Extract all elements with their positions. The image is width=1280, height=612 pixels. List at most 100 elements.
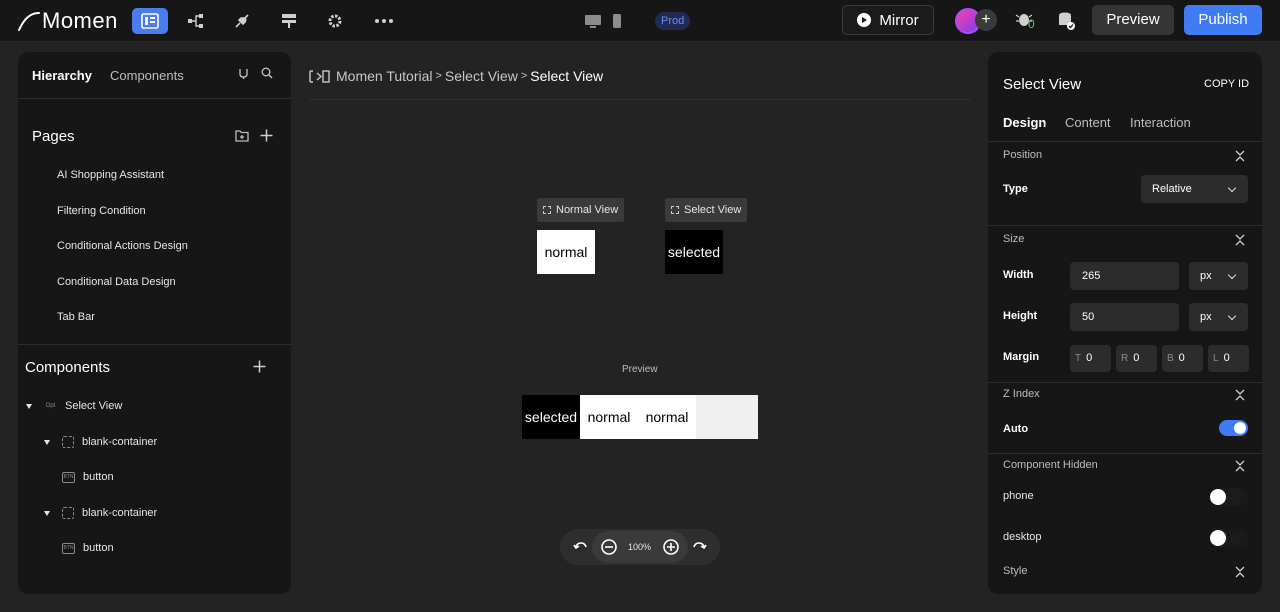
margin-value: 0 (1178, 352, 1185, 364)
search-icon[interactable] (261, 67, 273, 79)
position-type-select[interactable]: Relative (1141, 175, 1248, 203)
desktop-label: desktop (1003, 531, 1042, 543)
width-unit-select[interactable]: px (1189, 262, 1248, 290)
margin-side-label: T (1075, 353, 1082, 364)
option-icon: Opt (45, 403, 56, 409)
preview-cell-normal[interactable]: normal (638, 395, 696, 439)
plugin-icon[interactable] (224, 8, 260, 34)
preview-cell-normal[interactable]: normal (580, 395, 638, 439)
breadcrumb-item[interactable]: Select View (445, 68, 518, 84)
mirror-button[interactable]: Mirror (842, 5, 934, 35)
page-item[interactable]: Conditional Actions Design (57, 240, 188, 252)
tab-hierarchy[interactable]: Hierarchy (32, 68, 92, 83)
hide-on-phone-toggle[interactable] (1210, 488, 1248, 506)
tree-item-blank-container[interactable]: blank-container (44, 507, 157, 519)
add-page-icon[interactable] (260, 129, 273, 142)
add-folder-icon[interactable] (235, 129, 249, 142)
section-size: Size (1003, 233, 1025, 245)
settings-icon[interactable] (317, 8, 353, 34)
margin-left-input[interactable]: L0 (1208, 345, 1249, 372)
preview-cell-selected[interactable]: selected (522, 395, 580, 439)
zoom-in-icon[interactable] (662, 538, 680, 556)
collapse-icon[interactable] (1235, 566, 1245, 578)
add-component-icon[interactable] (253, 360, 266, 373)
hide-on-desktop-toggle[interactable] (1210, 529, 1248, 547)
chevron-down-icon[interactable] (44, 510, 50, 516)
page-item[interactable]: Conditional Data Design (57, 276, 176, 288)
select-view-chip[interactable]: Select View (665, 198, 748, 222)
app-logo[interactable]: Momen (18, 6, 118, 36)
height-input[interactable]: 50 (1070, 303, 1179, 331)
workflow-icon[interactable] (178, 8, 214, 34)
collapse-icon[interactable] (1235, 460, 1245, 472)
undo-icon[interactable] (572, 538, 590, 556)
tree-item-label: button (83, 471, 114, 483)
github-icon[interactable] (237, 67, 250, 80)
preview-button[interactable]: Preview (1092, 5, 1174, 35)
bug-icon[interactable]: 0 (1007, 8, 1043, 34)
preview-strip[interactable]: selected normal normal (522, 395, 758, 439)
margin-side-label: B (1167, 353, 1174, 364)
expand-icon (671, 206, 679, 214)
tree-item-blank-container[interactable]: blank-container (44, 436, 157, 448)
margin-value: 0 (1223, 352, 1230, 364)
data-icon[interactable] (271, 8, 307, 34)
breadcrumb-separator: > (520, 70, 528, 82)
tab-design[interactable]: Design (1003, 115, 1046, 130)
publish-button[interactable]: Publish (1184, 5, 1262, 35)
tree-item-label: button (83, 542, 114, 554)
divider (988, 225, 1262, 226)
page-item[interactable]: Tab Bar (57, 311, 95, 323)
height-unit-select[interactable]: px (1189, 303, 1248, 331)
zoom-out-icon[interactable] (600, 538, 618, 556)
page-item[interactable]: Filtering Condition (57, 205, 146, 217)
database-icon[interactable] (1048, 8, 1084, 34)
tab-components[interactable]: Components (110, 68, 184, 83)
chevron-down-icon (1227, 183, 1237, 193)
breadcrumb: [|]>[] Momen Tutorial > Select View > Se… (309, 68, 603, 84)
collapse-icon[interactable] (1235, 234, 1245, 246)
tree-item-button[interactable]: BTN button (62, 542, 114, 554)
breadcrumb-item[interactable]: Momen Tutorial (336, 68, 432, 84)
container-icon (62, 436, 74, 448)
tree-item-select-view[interactable]: Opt Select View (26, 400, 122, 412)
editor-icon[interactable] (132, 8, 168, 34)
collapse-icon[interactable] (1235, 150, 1245, 162)
tab-content[interactable]: Content (1065, 115, 1111, 130)
selected-view-box[interactable]: selected (665, 230, 723, 274)
breadcrumb-separator: > (435, 70, 442, 82)
components-title: Components (25, 359, 111, 376)
divider (988, 141, 1262, 142)
tree-item-label: blank-container (82, 436, 158, 448)
left-panel-tabs: Hierarchy Components (18, 52, 291, 99)
more-icon[interactable] (366, 8, 402, 34)
env-badge[interactable]: Prod (655, 12, 691, 30)
margin-top-input[interactable]: T0 (1070, 345, 1111, 372)
divider (988, 382, 1262, 383)
redo-icon[interactable] (690, 538, 708, 556)
tree-item-button[interactable]: BTN button (62, 471, 114, 483)
margin-right-input[interactable]: R0 (1116, 345, 1157, 372)
margin-bottom-input[interactable]: B0 (1162, 345, 1203, 372)
copy-id-button[interactable]: COPY ID (1204, 78, 1249, 90)
chip-label: Normal View (556, 204, 619, 216)
select-value: px (1200, 311, 1212, 323)
chevron-down-icon[interactable] (44, 439, 50, 445)
collapse-icon[interactable] (1235, 389, 1245, 401)
add-collaborator-button[interactable]: + (975, 9, 997, 31)
auto-label: Auto (1003, 423, 1029, 435)
canvas-divider (309, 99, 971, 100)
width-input[interactable]: 265 (1070, 262, 1179, 290)
normal-view-box[interactable]: normal (537, 230, 595, 274)
auto-z-index-toggle[interactable] (1219, 420, 1248, 436)
chevron-down-icon[interactable] (26, 403, 32, 409)
normal-view-chip[interactable]: Normal View (537, 198, 625, 222)
height-label: Height (1003, 310, 1038, 322)
select-value: px (1200, 270, 1212, 282)
section-z-index: Z Index (1003, 388, 1040, 400)
select-value: Relative (1152, 183, 1192, 195)
logo-swoosh-icon (18, 12, 40, 31)
tab-interaction[interactable]: Interaction (1130, 115, 1191, 130)
mobile-icon[interactable] (599, 8, 635, 34)
page-item[interactable]: AI Shopping Assistant (57, 169, 164, 181)
